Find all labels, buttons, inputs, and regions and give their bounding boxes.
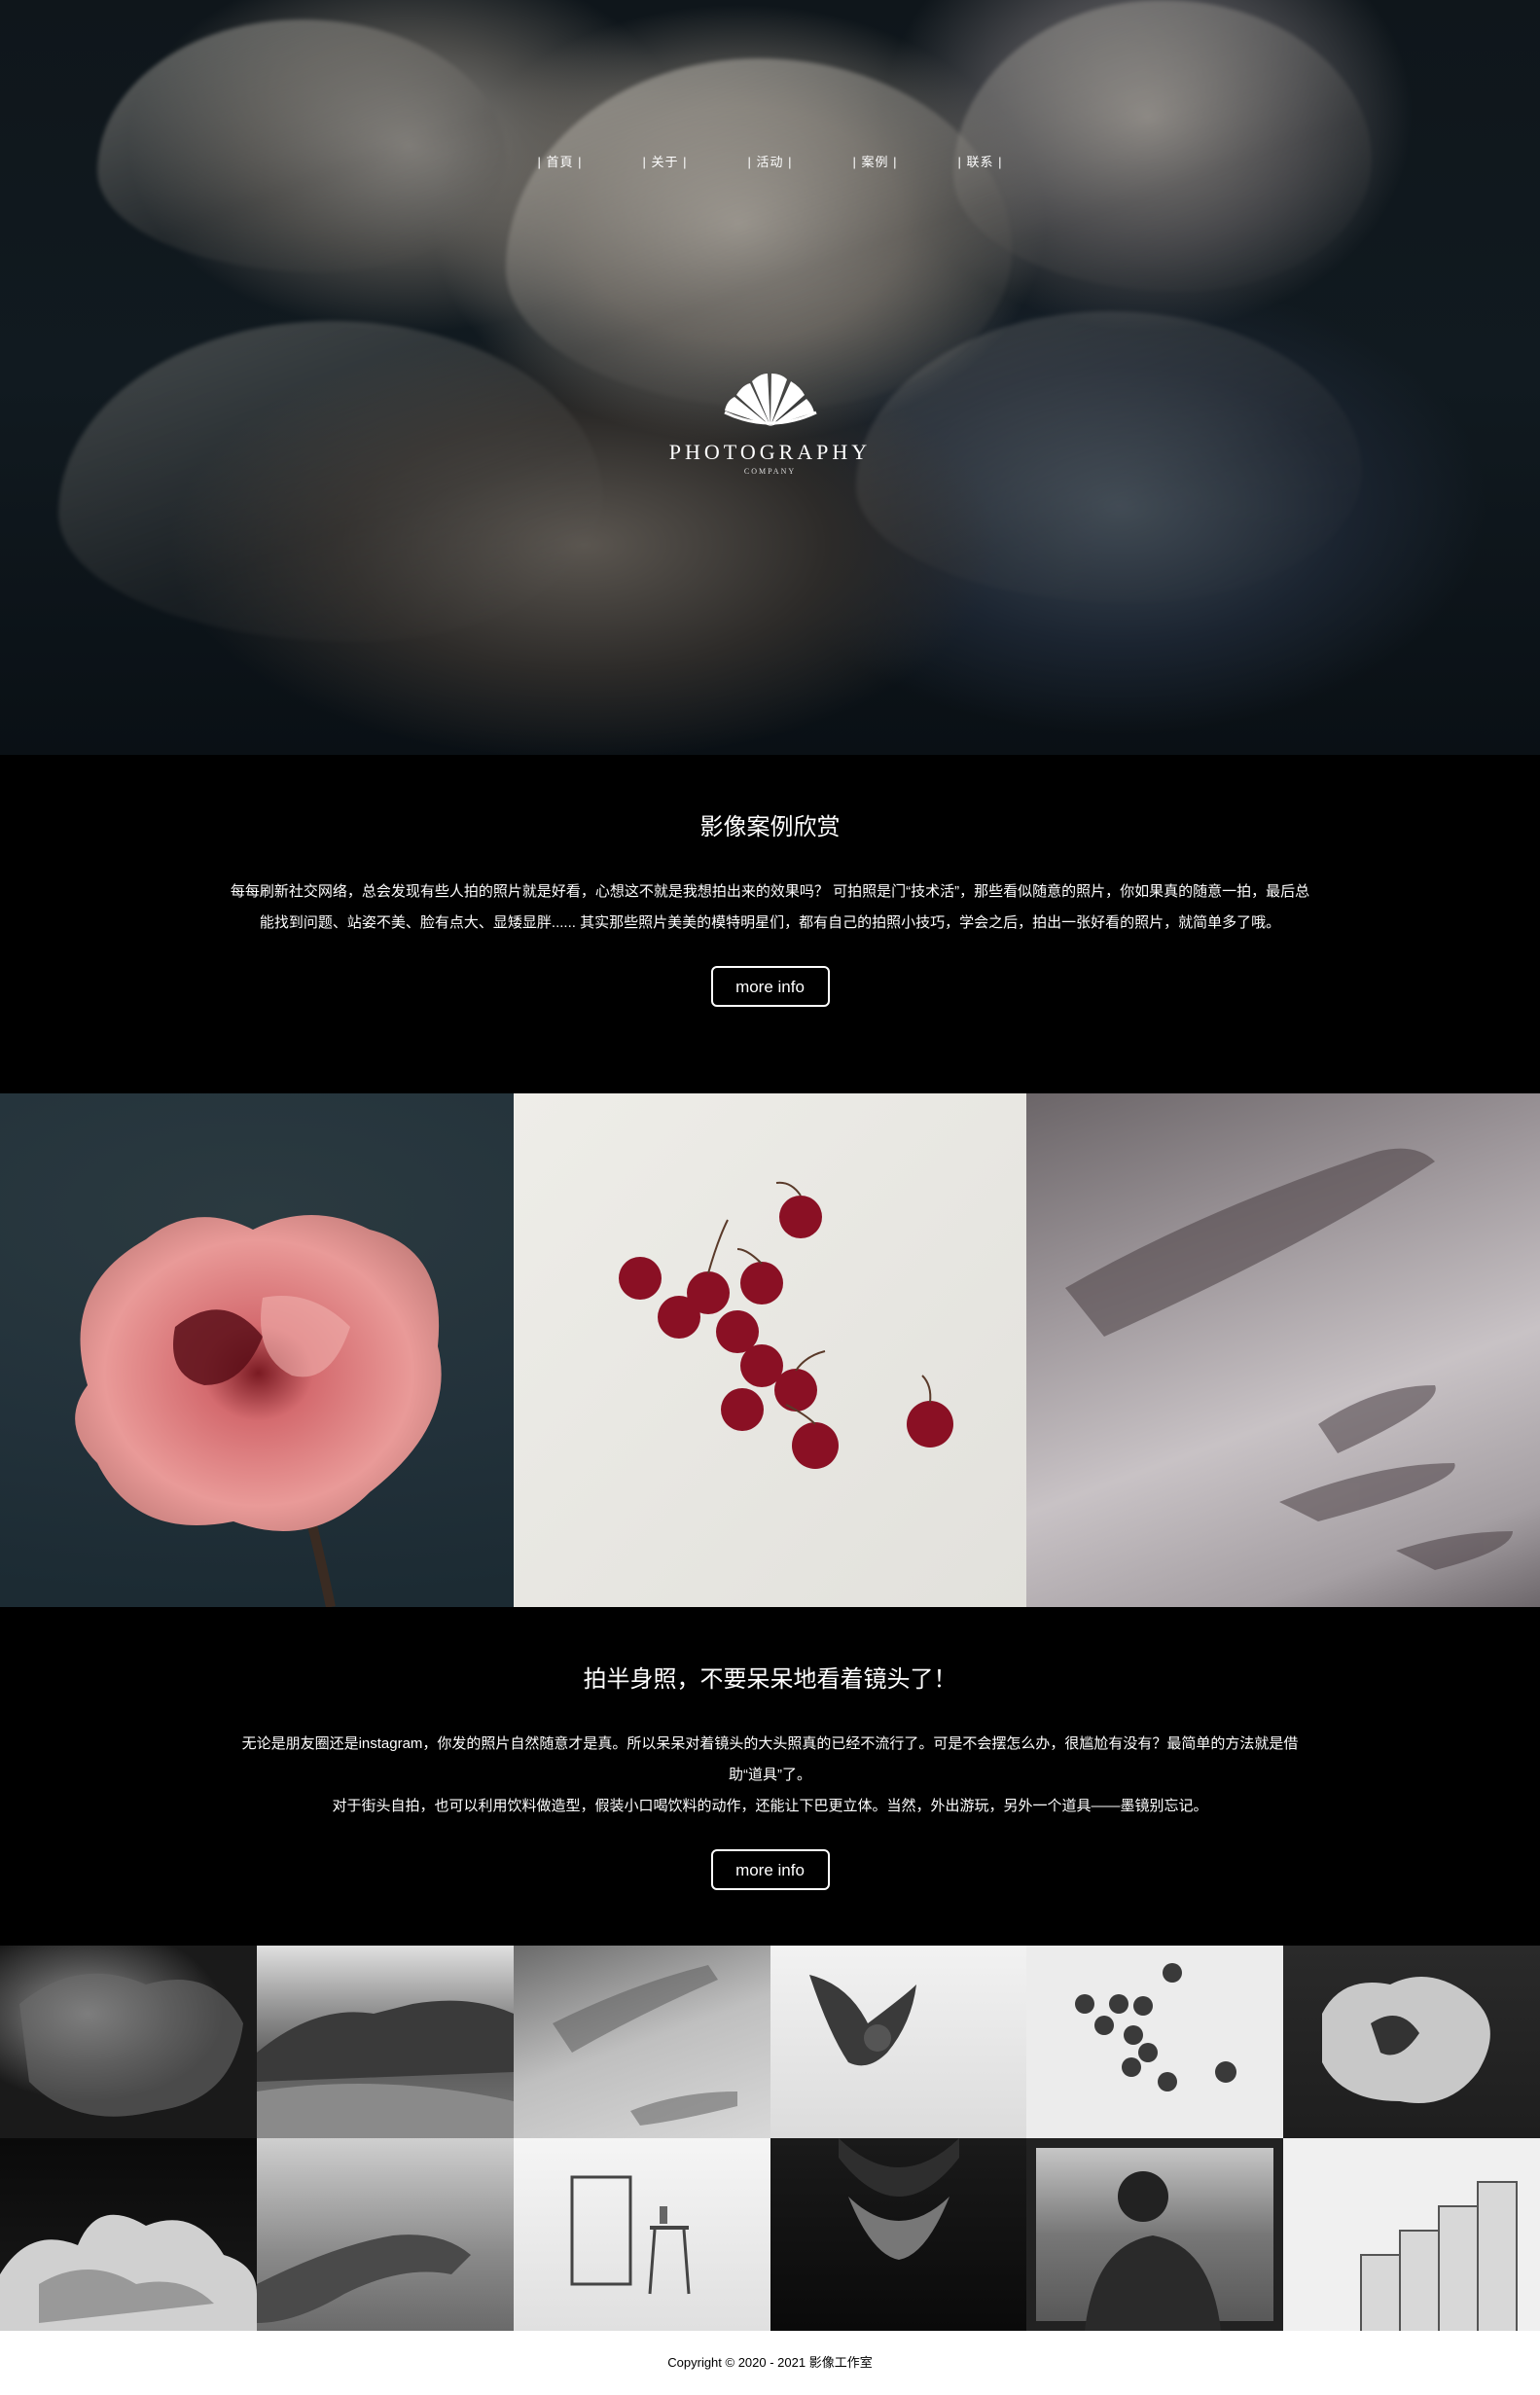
nav-events[interactable]: | 活动 | bbox=[718, 152, 823, 170]
more-info-button[interactable]: more info bbox=[710, 1849, 830, 1890]
grid-photo-owl[interactable] bbox=[770, 1946, 1027, 2138]
logo-brand: PHOTOGRAPHY bbox=[668, 440, 872, 464]
site-footer: Copyright © 2020 - 2021 影像工作室 bbox=[0, 2331, 1540, 2395]
section-title: 拍半身照，不要呆呆地看着镜头了！ bbox=[583, 1666, 957, 1693]
grid-photo-man-reading[interactable] bbox=[1026, 2138, 1284, 2331]
gallery-image-poppy[interactable] bbox=[0, 1093, 514, 1607]
owl-image bbox=[808, 1975, 916, 2066]
gallery-image-hand-shadow[interactable] bbox=[1026, 1093, 1540, 1607]
grid-photo-poppy[interactable] bbox=[1283, 1946, 1540, 2138]
logo-sub: COMPANY bbox=[743, 467, 797, 476]
hero-banner: | 首頁 | | 关于 | | 活动 | | 案例 | | 联系 | PHOTO… bbox=[0, 0, 1540, 755]
trees-image bbox=[256, 2000, 514, 2138]
gallery-image-cherries[interactable] bbox=[513, 1093, 1027, 1607]
clouds-image bbox=[0, 2214, 257, 2331]
section-text: 每每刷新社交网络，总会发现有些人拍的照片就是好看，心想这不就是我想拍出来的效果吗… bbox=[230, 883, 1310, 931]
grid-photo-clouds[interactable] bbox=[0, 2138, 257, 2331]
showcase-intro: 影像案例欣赏 每每刷新社交网络，总会发现有些人拍的照片就是好看，心想这不就是我想… bbox=[0, 755, 1540, 1093]
nav-cases[interactable]: | 案例 | bbox=[823, 152, 928, 170]
more-info-button[interactable]: more info bbox=[710, 966, 830, 1007]
underwater-image bbox=[256, 2234, 471, 2323]
featured-gallery bbox=[0, 1093, 1540, 1607]
nav-home[interactable]: | 首頁 | bbox=[508, 152, 613, 170]
pipes-image bbox=[1360, 2181, 1519, 2331]
nav-contact[interactable]: | 联系 | bbox=[928, 152, 1033, 170]
cherries-image bbox=[618, 1181, 953, 1469]
chair-image bbox=[570, 2175, 691, 2295]
grid-photo-collar[interactable] bbox=[770, 2138, 1027, 2331]
petal-shape bbox=[953, 0, 1372, 292]
grid-photo-trees[interactable] bbox=[256, 1946, 514, 2138]
hand-shadow-image bbox=[1065, 1148, 1514, 1570]
poppy-image bbox=[1322, 1977, 1491, 2103]
main-nav: | 首頁 | | 关于 | | 活动 | | 案例 | | 联系 | bbox=[0, 152, 1540, 170]
nav-about[interactable]: | 关于 | bbox=[613, 152, 718, 170]
grid-photo-underwater[interactable] bbox=[256, 2138, 514, 2331]
site-logo[interactable]: PHOTOGRAPHY COMPANY bbox=[0, 366, 1540, 476]
cherries-image bbox=[1075, 1963, 1237, 2091]
hand-shadow-image bbox=[552, 1965, 737, 2126]
copyright-text: Copyright © 2020 - 2021 影像工作室 bbox=[667, 2355, 873, 2370]
photo-grid bbox=[0, 1946, 1540, 2331]
section-title: 影像案例欣赏 bbox=[699, 814, 841, 840]
section-text-line: 对于街头自拍，也可以利用饮料做造型，假装小口喝饮料的动作，还能让下巴更立体。当然… bbox=[332, 1798, 1208, 1814]
grid-photo-hand-shadow[interactable] bbox=[513, 1946, 770, 2138]
section-text-line: 无论是朋友圈还是instagram，你发的照片自然随意才是真。所以呆呆对着镜头的… bbox=[241, 1735, 1299, 1783]
grid-photo-cherries[interactable] bbox=[1026, 1946, 1284, 2138]
man-reading-image bbox=[1026, 2138, 1284, 2331]
shell-fan-icon bbox=[723, 374, 817, 426]
petal-shape bbox=[97, 19, 506, 272]
section-text: 无论是朋友圈还是instagram，你发的照片自然随意才是真。所以呆呆对着镜头的… bbox=[226, 1729, 1315, 1822]
halfbody-tips: 拍半身照，不要呆呆地看着镜头了！ 无论是朋友圈还是instagram，你发的照片… bbox=[0, 1607, 1540, 1946]
poppy-image bbox=[75, 1215, 442, 1607]
grid-photo-pipes[interactable] bbox=[1283, 2138, 1540, 2331]
petals-image bbox=[19, 1973, 243, 2117]
petal-shape bbox=[506, 58, 1012, 409]
grid-photo-chair[interactable] bbox=[513, 2138, 770, 2331]
collar-image bbox=[838, 2138, 959, 2260]
grid-photo-petals[interactable] bbox=[0, 1946, 257, 2138]
